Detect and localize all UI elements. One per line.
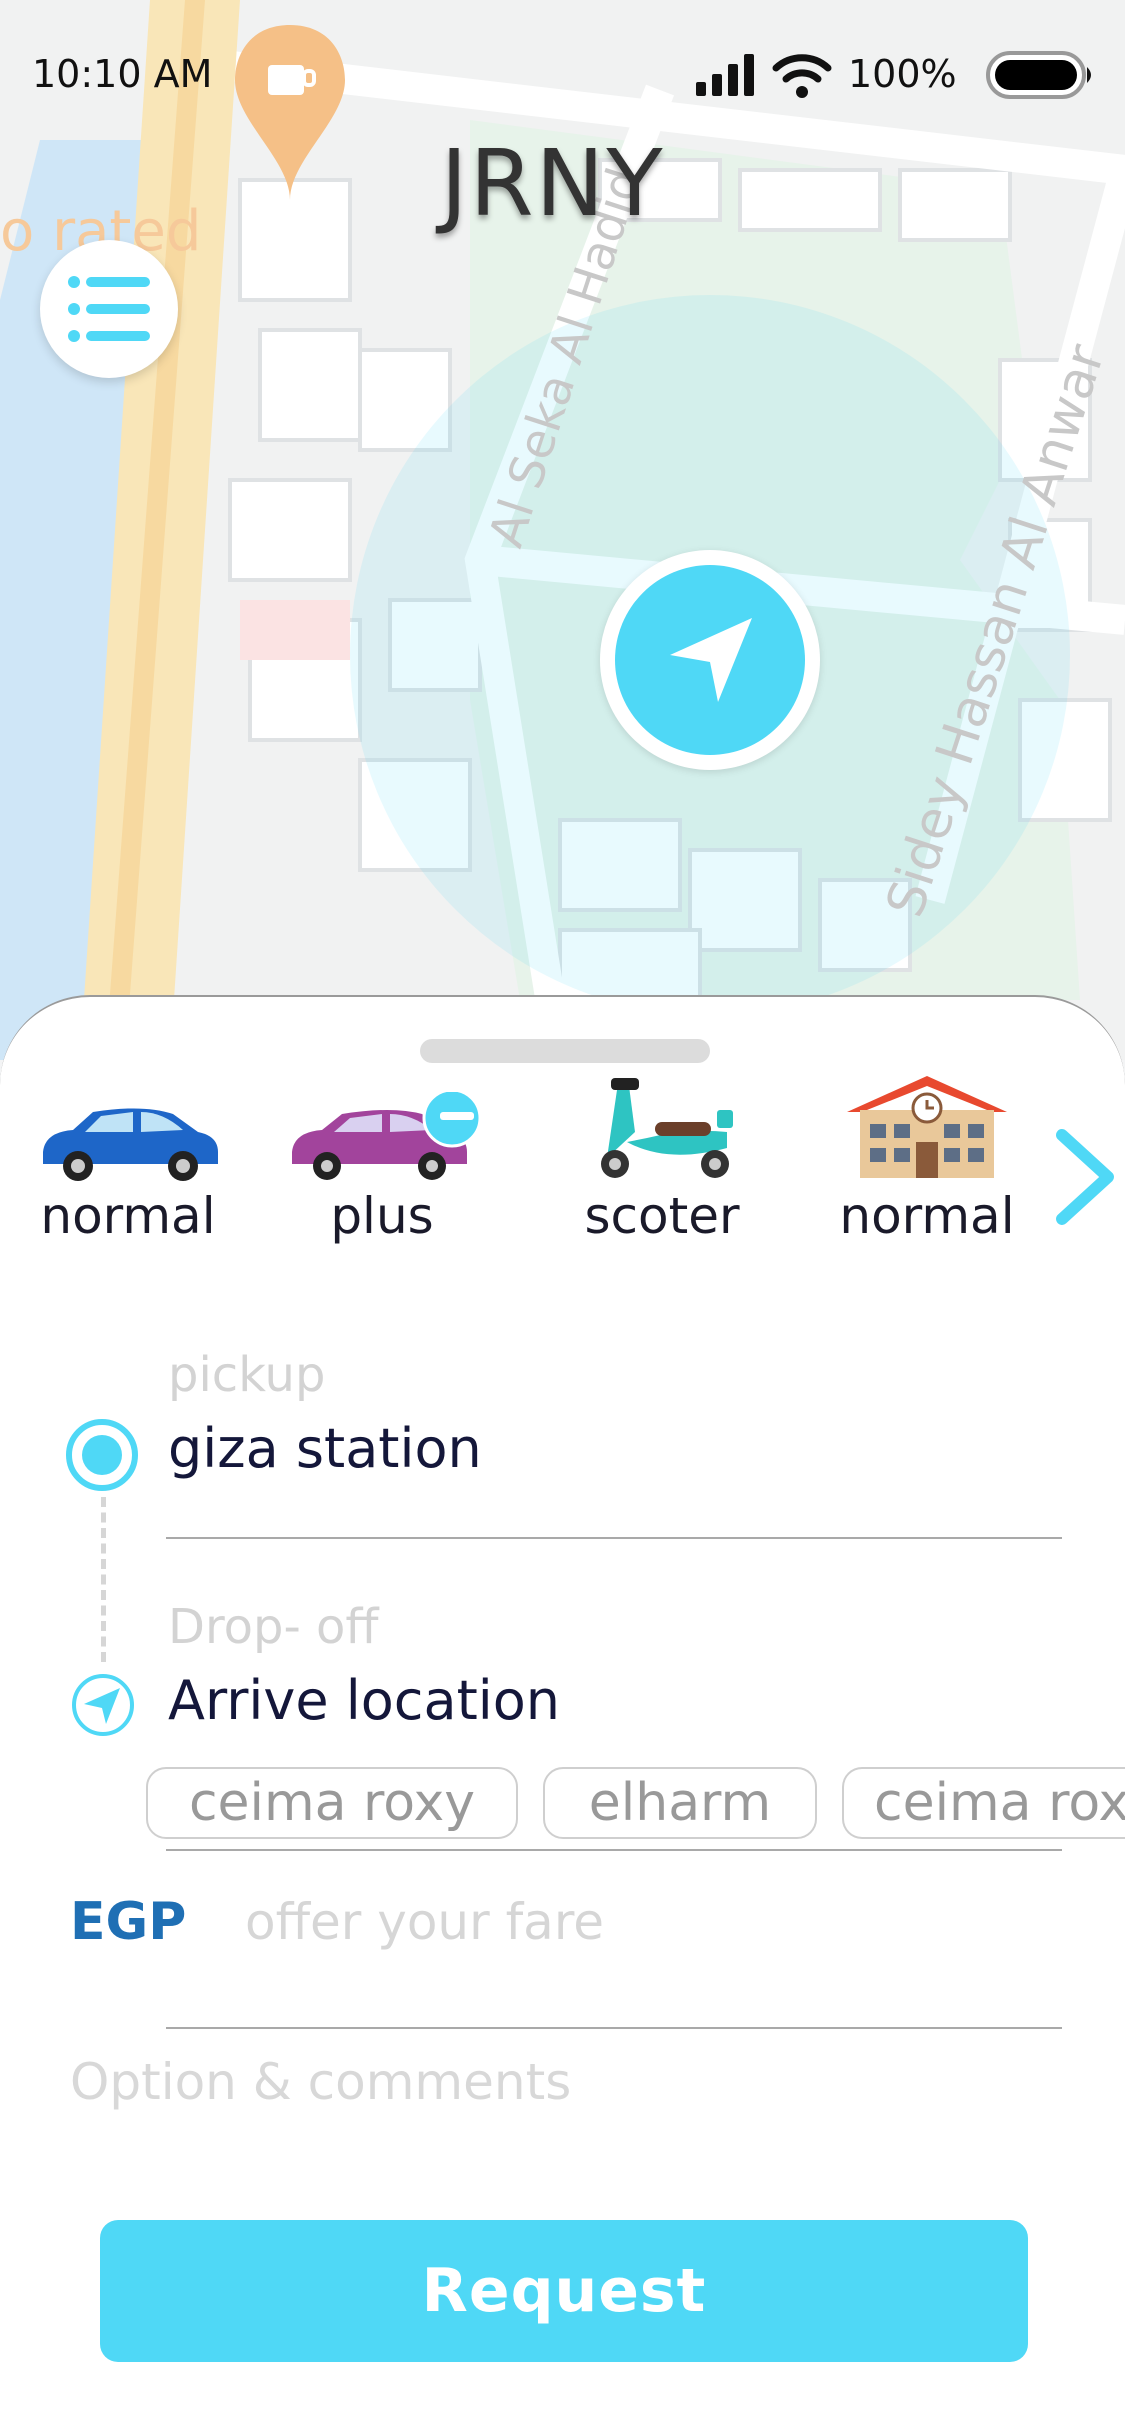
suggestion-chip[interactable]: elharm xyxy=(543,1767,817,1839)
pickup-field[interactable]: giza station xyxy=(168,1417,482,1480)
vehicle-option-normal[interactable]: normal xyxy=(18,1072,238,1252)
current-location-button[interactable] xyxy=(600,550,820,770)
vehicle-type-selector: normal plus scoter normal xyxy=(0,1072,1125,1252)
vehicle-label: scoter xyxy=(584,1187,740,1245)
locate-circle xyxy=(615,565,805,755)
suggestion-chip[interactable]: ceima roxy xyxy=(842,1767,1125,1839)
vehicle-label: normal xyxy=(839,1187,1015,1245)
pickup-radio-icon xyxy=(66,1419,138,1491)
request-button[interactable]: Request xyxy=(100,2220,1028,2362)
menu-list-icon xyxy=(68,276,150,342)
scooter-icon xyxy=(601,1078,733,1178)
purple-car-icon xyxy=(292,1092,482,1180)
navigation-arrow-icon xyxy=(670,618,752,702)
menu-button[interactable] xyxy=(40,240,178,378)
comments-input[interactable] xyxy=(70,2042,1050,2122)
vehicle-option-scooter[interactable]: scoter xyxy=(552,1072,772,1252)
ride-request-sheet: normal plus scoter normal pickup giza st… xyxy=(0,995,1125,2436)
battery-icon xyxy=(986,51,1091,99)
dropoff-field[interactable]: Arrive location xyxy=(168,1669,560,1732)
vehicle-option-plus[interactable]: plus xyxy=(272,1072,492,1252)
blue-car-icon xyxy=(43,1108,218,1181)
chevron-right-icon[interactable] xyxy=(1050,1127,1120,1227)
currency-label: EGP xyxy=(70,1892,187,1952)
dropoff-label: Drop- off xyxy=(168,1599,379,1655)
wifi-icon xyxy=(772,54,832,98)
vehicle-option-normal-building[interactable]: normal xyxy=(817,1072,1037,1252)
building-icon xyxy=(847,1076,1007,1178)
suggestion-chip[interactable]: ceima roxy xyxy=(146,1767,518,1839)
sheet-drag-handle[interactable] xyxy=(420,1039,710,1063)
app-title: JRNY xyxy=(440,130,665,237)
fare-input[interactable] xyxy=(245,1882,1045,1962)
fare-underline xyxy=(166,2027,1062,2029)
vehicle-label: plus xyxy=(330,1187,434,1245)
battery-percentage: 100% xyxy=(848,52,957,96)
cellular-signal-icon xyxy=(696,54,754,96)
status-bar: 10:10 AM 100% xyxy=(0,40,1125,110)
location-arrow-icon xyxy=(72,1674,134,1736)
pickup-label: pickup xyxy=(168,1347,326,1403)
status-time: 10:10 AM xyxy=(32,52,213,96)
dropoff-underline xyxy=(166,1849,1062,1851)
vehicle-label: normal xyxy=(40,1187,216,1245)
route-connector-line xyxy=(101,1497,106,1662)
pickup-underline xyxy=(166,1537,1062,1539)
